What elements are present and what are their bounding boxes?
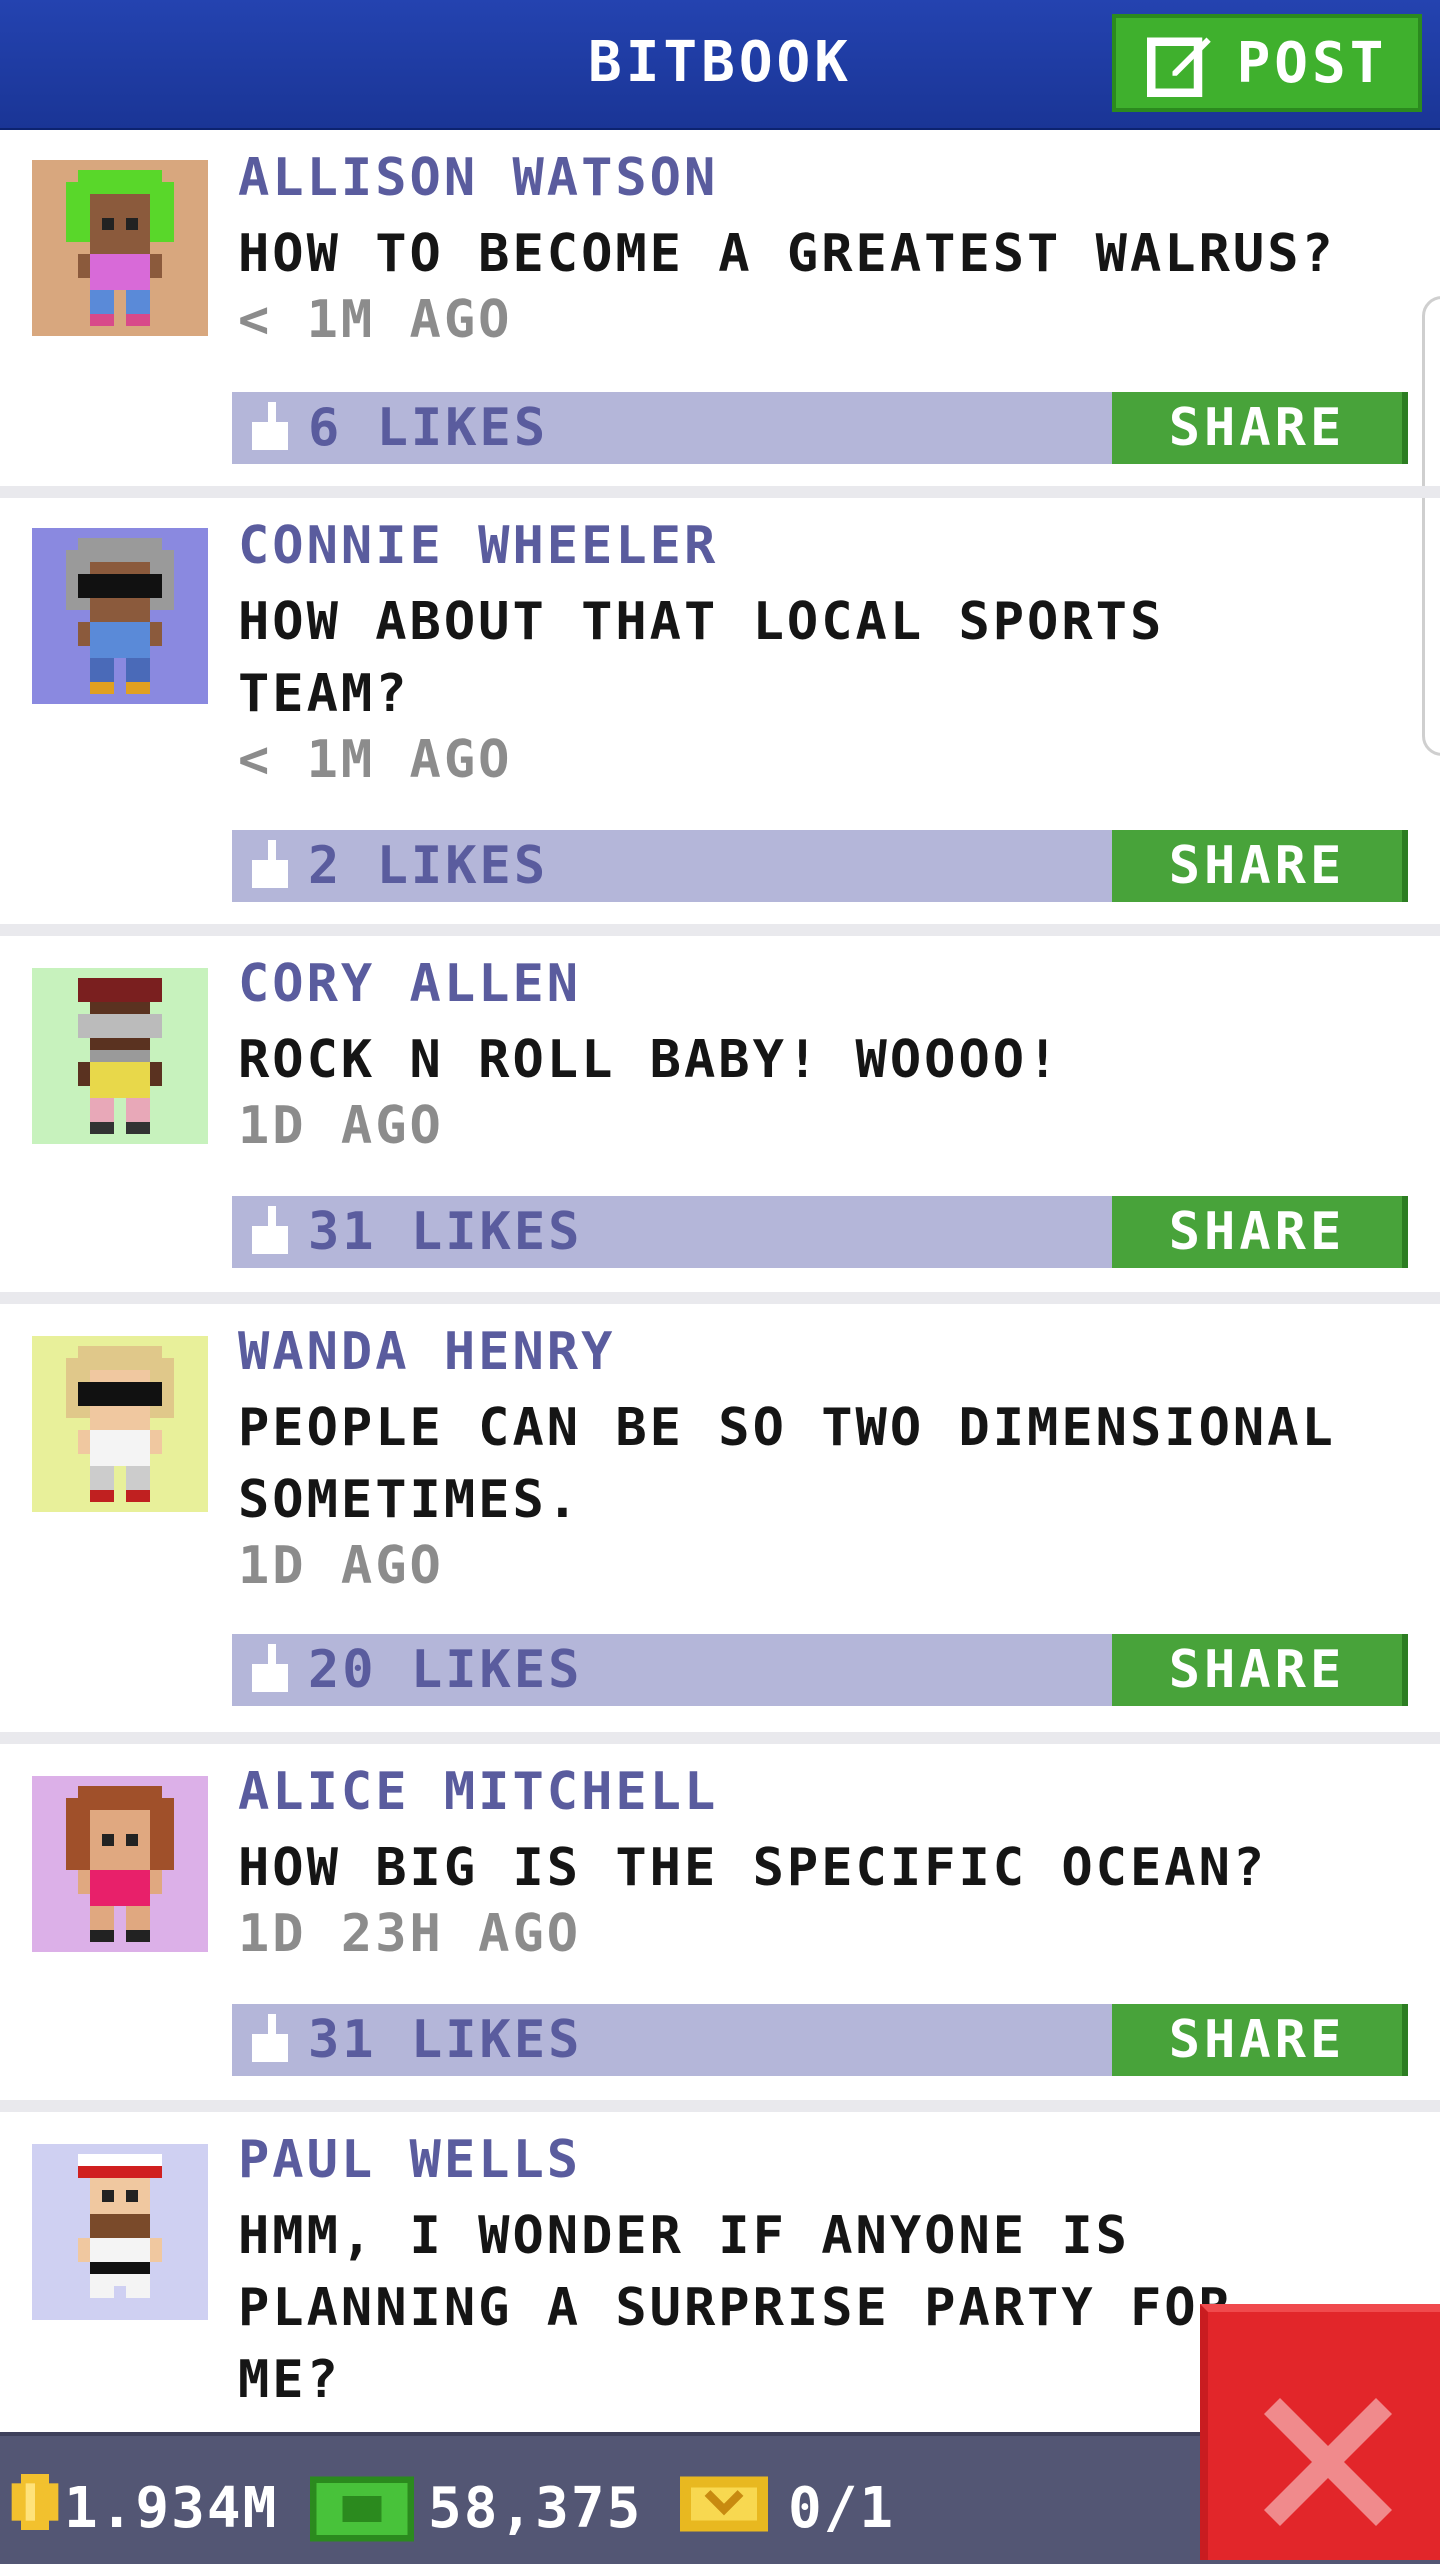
likes-bar[interactable]: 31 LIKES SHARE [232,1196,1408,1268]
character-avatar [78,978,162,1134]
author-name[interactable]: PAUL WELLS [238,2130,581,2190]
post-time: < 1M AGO [238,730,513,790]
share-button[interactable]: SHARE [1112,2004,1408,2076]
divider [0,2100,1440,2112]
author-name[interactable]: ALICE MITCHELL [238,1762,718,1822]
thumbs-up-icon [252,840,288,888]
author-name[interactable]: WANDA HENRY [238,1322,615,1382]
post-time: 1D AGO [238,1096,444,1156]
post-text: ROCK N ROLL BABY! WOOOO! [238,1030,1062,1090]
thumbs-up-icon [252,1644,288,1692]
character-avatar [66,170,174,326]
ticket-icon [680,2476,768,2532]
avatar[interactable] [32,528,208,704]
bux-amount: 58,375 [428,2476,643,2541]
close-icon [1264,2398,1392,2526]
post-time: 1D 23H AGO [238,1904,582,1964]
avatar[interactable] [32,1336,208,1512]
character-avatar [66,538,174,694]
character-avatar [66,1346,174,1502]
avatar[interactable] [32,160,208,336]
post-button[interactable]: POST [1112,14,1422,112]
post-text: HOW ABOUT THAT LOCAL SPORTS TEAM? [238,592,1165,724]
post-time: < 1M AGO [238,290,513,350]
avatar[interactable] [32,968,208,1144]
top-bar: BITBOOK POST [0,0,1440,130]
avatar[interactable] [32,1776,208,1952]
likes-count: 6 LIKES [308,398,549,458]
likes-bar[interactable]: 20 LIKES SHARE [232,1634,1408,1706]
likes-bar[interactable]: 31 LIKES SHARE [232,2004,1408,2076]
scroll-indicator[interactable] [1422,296,1440,756]
coins-amount: 1.934M [64,2476,279,2541]
avatar[interactable] [32,2144,208,2320]
close-button[interactable] [1200,2304,1440,2560]
character-avatar [78,2154,162,2298]
likes-count: 2 LIKES [308,836,549,896]
thumbs-up-icon [252,402,288,450]
likes-count: 31 LIKES [308,1202,583,1262]
divider [0,924,1440,936]
bux-icon [310,2476,414,2542]
share-button[interactable]: SHARE [1112,1634,1408,1706]
likes-bar[interactable]: 2 LIKES SHARE [232,830,1408,902]
edit-icon [1146,37,1211,97]
thumbs-up-icon [252,2014,288,2062]
share-button[interactable]: SHARE [1112,392,1408,464]
share-button[interactable]: SHARE [1112,1196,1408,1268]
tickets-count: 0/1 [788,2476,896,2541]
share-button[interactable]: SHARE [1112,830,1408,902]
post-button-label: POST [1236,30,1388,96]
post-text: HOW BIG IS THE SPECIFIC OCEAN? [238,1838,1268,1898]
likes-count: 31 LIKES [308,2010,583,2070]
likes-bar[interactable]: 6 LIKES SHARE [232,392,1408,464]
thumbs-up-icon [252,1206,288,1254]
character-avatar [66,1786,174,1942]
post-text: HOW TO BECOME A GREATEST WALRUS? [238,224,1336,284]
author-name[interactable]: ALLISON WATSON [238,148,718,208]
divider [0,1732,1440,1744]
post-time: 1D AGO [238,1536,444,1596]
coin-icon [11,2474,59,2530]
likes-count: 20 LIKES [308,1640,583,1700]
author-name[interactable]: CONNIE WHEELER [238,516,718,576]
post-text: PEOPLE CAN BE SO TWO DIMENSIONAL SOMETIME… [238,1398,1336,1530]
divider [0,1292,1440,1304]
divider [0,486,1440,498]
author-name[interactable]: CORY ALLEN [238,954,581,1014]
